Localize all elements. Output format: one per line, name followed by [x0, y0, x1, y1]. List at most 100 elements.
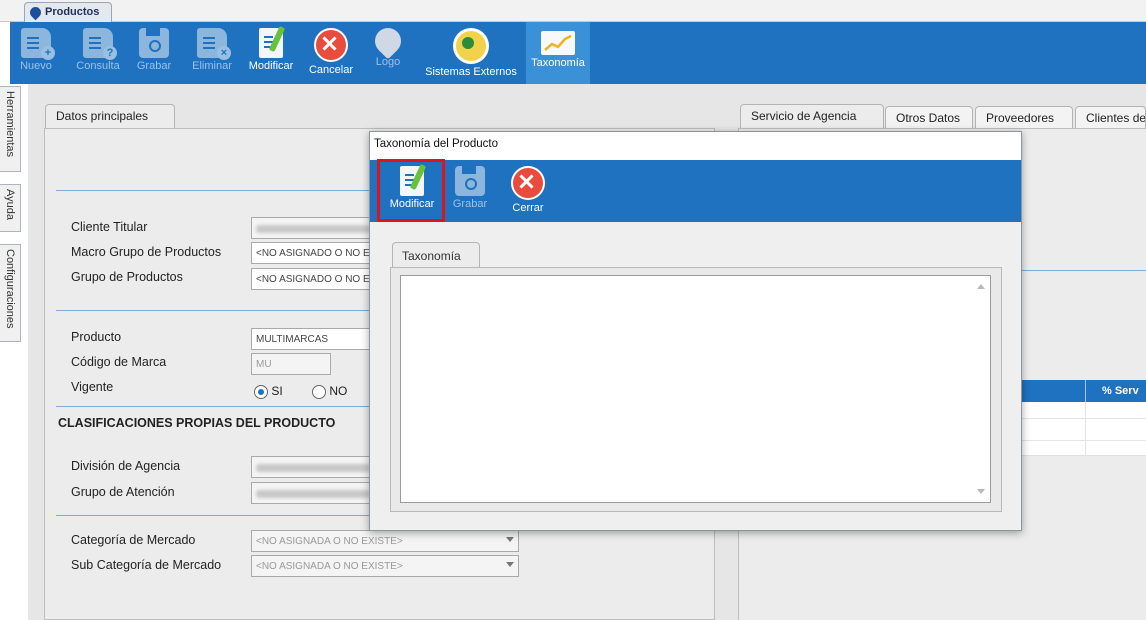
- edit-icon: [259, 28, 283, 58]
- dialog-grabar-label: Grabar: [452, 198, 488, 210]
- external-systems-icon: [453, 28, 489, 64]
- tab-label: Servicio de Agencia: [751, 109, 857, 123]
- macro-grupo-label: Macro Grupo de Productos: [71, 245, 222, 259]
- side-tab-label: Ayuda: [4, 189, 16, 220]
- scroll-up-icon[interactable]: [977, 284, 985, 289]
- producto-field[interactable]: MULTIMARCAS: [251, 328, 371, 350]
- save-icon: [455, 166, 485, 196]
- grabar-button[interactable]: Grabar: [130, 22, 178, 84]
- sistemas-externos-label: Sistemas Externos: [425, 66, 517, 78]
- grabar-label: Grabar: [136, 60, 172, 72]
- query-document-icon: ?: [83, 28, 117, 60]
- chevron-down-icon: [506, 562, 514, 567]
- tab-taxonomia[interactable]: Taxonomía: [392, 242, 480, 268]
- side-tab-label: Configuraciones: [4, 249, 16, 329]
- window-tab-strip: [0, 0, 1146, 22]
- consulta-button[interactable]: ? Consulta: [70, 22, 126, 84]
- scroll-down-icon[interactable]: [977, 489, 985, 494]
- subcategoria-value: <NO ASIGNADA O NO EXISTE>: [256, 561, 403, 572]
- delete-document-icon: ×: [197, 28, 231, 60]
- chevron-down-icon: [506, 537, 514, 542]
- radio-label: SI: [271, 384, 283, 398]
- tab-label: Proveedores: [986, 111, 1055, 125]
- taxonomia-dialog: Taxonomía del Producto Modificar Grabar …: [369, 131, 1022, 531]
- new-document-icon: +: [21, 28, 55, 60]
- subcategoria-label: Sub Categoría de Mercado: [71, 558, 222, 572]
- cancelar-button[interactable]: Cancelar: [304, 22, 358, 84]
- taxonomia-panel: [390, 267, 1002, 512]
- cliente-titular-field[interactable]: [251, 217, 371, 239]
- taxonomia-button[interactable]: Taxonomía: [526, 22, 590, 84]
- eliminar-label: Eliminar: [192, 60, 232, 72]
- close-icon: [511, 166, 545, 200]
- division-field[interactable]: [251, 456, 371, 478]
- dialog-toolbar: Modificar Grabar Cerrar: [370, 160, 1021, 222]
- tab-clientes[interactable]: Clientes de: [1075, 106, 1146, 130]
- categoria-label: Categoría de Mercado: [71, 533, 196, 547]
- product-icon: [27, 4, 44, 21]
- side-tab-configuraciones[interactable]: Configuraciones: [0, 244, 21, 342]
- modificar-button[interactable]: Modificar: [244, 22, 298, 84]
- cliente-titular-label: Cliente Titular: [71, 220, 148, 234]
- logo-button[interactable]: Logo: [364, 22, 412, 84]
- consulta-label: Consulta: [76, 60, 120, 72]
- redacted-value: [256, 464, 370, 472]
- tab-datos-principales[interactable]: Datos principales: [45, 104, 175, 130]
- side-tab-herramientas[interactable]: Herramientas: [0, 86, 21, 172]
- subcategoria-select[interactable]: <NO ASIGNADA O NO EXISTE>: [251, 555, 519, 577]
- grupo-select[interactable]: <NO ASIGNADO O NO EXISTE>: [251, 268, 371, 290]
- sistemas-externos-button[interactable]: Sistemas Externos: [418, 22, 524, 84]
- eliminar-button[interactable]: × Eliminar: [184, 22, 240, 84]
- vigente-no-radio[interactable]: NO: [312, 384, 347, 399]
- tab-label: Clientes de: [1086, 111, 1146, 125]
- grid-row-line: [1020, 440, 1146, 441]
- codigo-marca-field[interactable]: MU: [251, 353, 331, 375]
- modificar-label: Modificar: [248, 60, 294, 72]
- save-icon: [139, 28, 169, 58]
- tab-otros-datos[interactable]: Otros Datos: [885, 106, 973, 130]
- grupo-atencion-field[interactable]: [251, 482, 371, 504]
- separator: [56, 406, 376, 407]
- dialog-cerrar-button[interactable]: Cerrar: [504, 160, 552, 222]
- separator: [1020, 270, 1146, 271]
- codigo-marca-label: Código de Marca: [71, 355, 167, 369]
- chart-icon: [541, 31, 575, 55]
- tab-proveedores[interactable]: Proveedores: [975, 106, 1073, 130]
- division-label: División de Agencia: [71, 459, 181, 473]
- cancel-icon: [314, 28, 348, 62]
- nuevo-label: Nuevo: [20, 60, 52, 72]
- vigente-label: Vigente: [71, 380, 114, 394]
- radio-label: NO: [329, 384, 348, 398]
- main-toolbar: + Nuevo ? Consulta Grabar × Eliminar Mod…: [10, 22, 1146, 84]
- tab-label: Otros Datos: [896, 111, 961, 125]
- logo-icon: [369, 22, 407, 60]
- grid-col-line: [1085, 402, 1086, 456]
- vigente-si-radio[interactable]: SI: [254, 384, 283, 399]
- cancelar-label: Cancelar: [308, 64, 354, 76]
- side-tab-label: Herramientas: [4, 91, 16, 158]
- dialog-grabar-button[interactable]: Grabar: [448, 160, 492, 222]
- redacted-value: [256, 490, 370, 498]
- categoria-value: <NO ASIGNADA O NO EXISTE>: [256, 536, 403, 547]
- dialog-title: Taxonomía del Producto: [370, 132, 1021, 160]
- dialog-cerrar-label: Cerrar: [512, 202, 544, 214]
- grid-row-line: [1020, 418, 1146, 419]
- grupo-label: Grupo de Productos: [71, 270, 183, 284]
- nuevo-button[interactable]: + Nuevo: [10, 22, 62, 84]
- grid-header-serv: % Serv: [1102, 385, 1139, 397]
- window-tab-productos[interactable]: Productos: [24, 2, 112, 22]
- side-tab-ayuda[interactable]: Ayuda: [0, 184, 21, 232]
- grid-rows[interactable]: [1020, 402, 1146, 456]
- tab-servicio-agencia[interactable]: Servicio de Agencia: [740, 104, 884, 130]
- taxonomia-label: Taxonomía: [531, 57, 585, 69]
- macro-grupo-select[interactable]: <NO ASIGNADO O NO EXISTE>: [251, 242, 371, 264]
- producto-label: Producto: [71, 330, 122, 344]
- categoria-select[interactable]: <NO ASIGNADA O NO EXISTE>: [251, 530, 519, 552]
- grid-divider: [1085, 380, 1086, 402]
- radio-selected: [254, 384, 268, 399]
- taxonomia-textarea[interactable]: [400, 275, 991, 503]
- separator: [56, 310, 376, 311]
- separator: [56, 190, 376, 191]
- highlight-box: [377, 159, 445, 222]
- section-title: CLASIFICACIONES PROPIAS DEL PRODUCTO: [58, 416, 336, 430]
